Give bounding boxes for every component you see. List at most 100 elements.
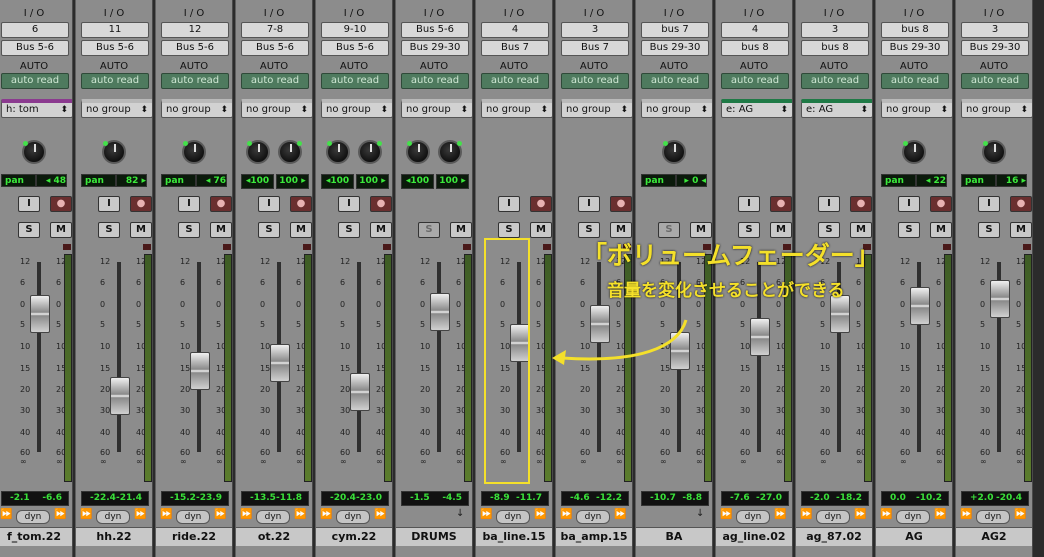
output-selector[interactable]: bus 8 — [721, 40, 789, 56]
fast-forward-icon[interactable]: ⏩ — [854, 509, 866, 520]
mute-button[interactable]: M — [930, 222, 952, 238]
volume-readout[interactable]: -8.9 -11.7 — [481, 491, 549, 506]
fast-forward-icon[interactable]: ⏩ — [80, 509, 92, 520]
fast-forward-icon[interactable]: ⏩ — [160, 509, 172, 520]
record-arm-button[interactable]: ● — [210, 196, 232, 212]
pan-readout[interactable]: ◂ 22 — [916, 174, 947, 187]
fast-forward-icon[interactable]: ⏩ — [374, 509, 386, 520]
fast-forward-icon[interactable]: ⏩ — [134, 509, 146, 520]
input-monitor-button[interactable]: I — [498, 196, 520, 212]
pan-readout[interactable]: 100 ▸ — [276, 174, 309, 189]
track-name[interactable]: ba_amp.15 — [556, 527, 632, 546]
volume-fader[interactable] — [750, 318, 770, 357]
fast-forward-icon[interactable]: ⏩ — [720, 509, 732, 520]
volume-fader[interactable] — [350, 372, 370, 411]
output-selector[interactable]: Bus 29-30 — [641, 40, 709, 56]
group-selector[interactable]: no group ⬍ — [401, 99, 472, 118]
automation-mode-selector[interactable]: auto read — [241, 73, 309, 89]
input-selector[interactable]: 3 — [961, 22, 1029, 38]
pan-knob[interactable] — [438, 140, 462, 164]
track-name[interactable]: hh.22 — [76, 527, 152, 546]
track-name[interactable]: f_tom.22 — [0, 527, 72, 546]
input-monitor-button[interactable]: I — [258, 196, 280, 212]
input-selector[interactable]: 4 — [721, 22, 789, 38]
arrow-down-icon[interactable]: ↓ — [696, 508, 704, 519]
track-name[interactable]: DRUMS — [396, 527, 472, 546]
fast-forward-icon[interactable]: ⏩ — [614, 509, 626, 520]
solo-button[interactable]: S — [978, 222, 1000, 238]
dyn-button[interactable]: dyn — [976, 510, 1010, 524]
fast-forward-icon[interactable]: ⏩ — [480, 509, 492, 520]
pan-readout[interactable]: 100 ▸ — [436, 174, 469, 189]
fast-forward-icon[interactable]: ⏩ — [294, 509, 306, 520]
record-arm-button[interactable]: ● — [50, 196, 72, 212]
output-selector[interactable]: Bus 5-6 — [161, 40, 229, 56]
record-arm-button[interactable]: ● — [130, 196, 152, 212]
pan-knob[interactable] — [358, 140, 382, 164]
automation-mode-selector[interactable]: auto read — [561, 73, 629, 89]
fast-forward-icon[interactable]: ⏩ — [320, 509, 332, 520]
output-selector[interactable]: Bus 29-30 — [881, 40, 949, 56]
pan-knob[interactable] — [278, 140, 302, 164]
input-selector[interactable]: 3 — [561, 22, 629, 38]
input-selector[interactable]: 6 — [1, 22, 69, 38]
dyn-button[interactable]: dyn — [736, 510, 770, 524]
record-arm-button[interactable]: ● — [1010, 196, 1032, 212]
pan-readout[interactable]: 100 ▸ — [356, 174, 389, 189]
volume-fader[interactable] — [270, 344, 290, 383]
group-selector[interactable]: no group ⬍ — [561, 99, 632, 118]
pan-readout[interactable]: pan — [881, 174, 916, 187]
dyn-button[interactable]: dyn — [336, 510, 370, 524]
fast-forward-icon[interactable]: ⏩ — [774, 509, 786, 520]
record-arm-button[interactable]: ● — [850, 196, 872, 212]
fast-forward-icon[interactable]: ⏩ — [54, 509, 66, 520]
track-name[interactable]: AG2 — [956, 527, 1032, 546]
pan-readout[interactable]: ◂ 48 — [36, 174, 67, 187]
volume-readout[interactable]: -2.1 -6.6 — [1, 491, 69, 506]
pan-readout[interactable]: pan — [641, 174, 676, 187]
input-monitor-button[interactable]: I — [978, 196, 1000, 212]
fast-forward-icon[interactable]: ⏩ — [214, 509, 226, 520]
automation-mode-selector[interactable]: auto read — [641, 73, 709, 89]
input-monitor-button[interactable]: I — [818, 196, 840, 212]
pan-readout[interactable]: ◂ 76 — [196, 174, 227, 187]
mute-button[interactable]: M — [1010, 222, 1032, 238]
pan-readout[interactable]: ◂100 — [321, 174, 354, 189]
fast-forward-icon[interactable]: ⏩ — [800, 509, 812, 520]
pan-readout[interactable]: pan — [81, 174, 116, 187]
group-selector[interactable]: no group ⬍ — [81, 99, 152, 118]
mute-button[interactable]: M — [370, 222, 392, 238]
pan-readout[interactable]: 82 ▸ — [116, 174, 147, 187]
dyn-button[interactable]: dyn — [256, 510, 290, 524]
automation-mode-selector[interactable]: auto read — [961, 73, 1029, 89]
group-selector[interactable]: no group ⬍ — [481, 99, 552, 118]
input-selector[interactable]: 3 — [801, 22, 869, 38]
fast-forward-icon[interactable]: ⏩ — [240, 509, 252, 520]
automation-mode-selector[interactable]: auto read — [401, 73, 469, 89]
volume-readout[interactable]: -15.2 -23.9 — [161, 491, 229, 506]
dyn-button[interactable]: dyn — [896, 510, 930, 524]
automation-mode-selector[interactable]: auto read — [321, 73, 389, 89]
output-selector[interactable]: Bus 5-6 — [321, 40, 389, 56]
pan-knob[interactable] — [406, 140, 430, 164]
mute-button[interactable]: M — [530, 222, 552, 238]
automation-mode-selector[interactable]: auto read — [801, 73, 869, 89]
arrow-down-icon[interactable]: ↓ — [456, 508, 464, 519]
automation-mode-selector[interactable]: auto read — [721, 73, 789, 89]
pan-readout[interactable]: ◂100 — [401, 174, 434, 189]
volume-readout[interactable]: -1.5 -4.5 — [401, 491, 469, 506]
group-selector[interactable]: e: AG ⬍ — [801, 99, 872, 118]
input-monitor-button[interactable]: I — [338, 196, 360, 212]
input-monitor-button[interactable]: I — [578, 196, 600, 212]
volume-fader[interactable] — [110, 377, 130, 416]
dyn-button[interactable]: dyn — [96, 510, 130, 524]
fast-forward-icon[interactable]: ⏩ — [1014, 509, 1026, 520]
output-selector[interactable]: Bus 7 — [561, 40, 629, 56]
solo-button[interactable]: S — [178, 222, 200, 238]
solo-button[interactable]: S — [98, 222, 120, 238]
output-selector[interactable]: Bus 7 — [481, 40, 549, 56]
automation-mode-selector[interactable]: auto read — [481, 73, 549, 89]
pan-knob[interactable] — [182, 140, 206, 164]
volume-readout[interactable]: -4.6 -12.2 — [561, 491, 629, 506]
output-selector[interactable]: Bus 29-30 — [401, 40, 469, 56]
